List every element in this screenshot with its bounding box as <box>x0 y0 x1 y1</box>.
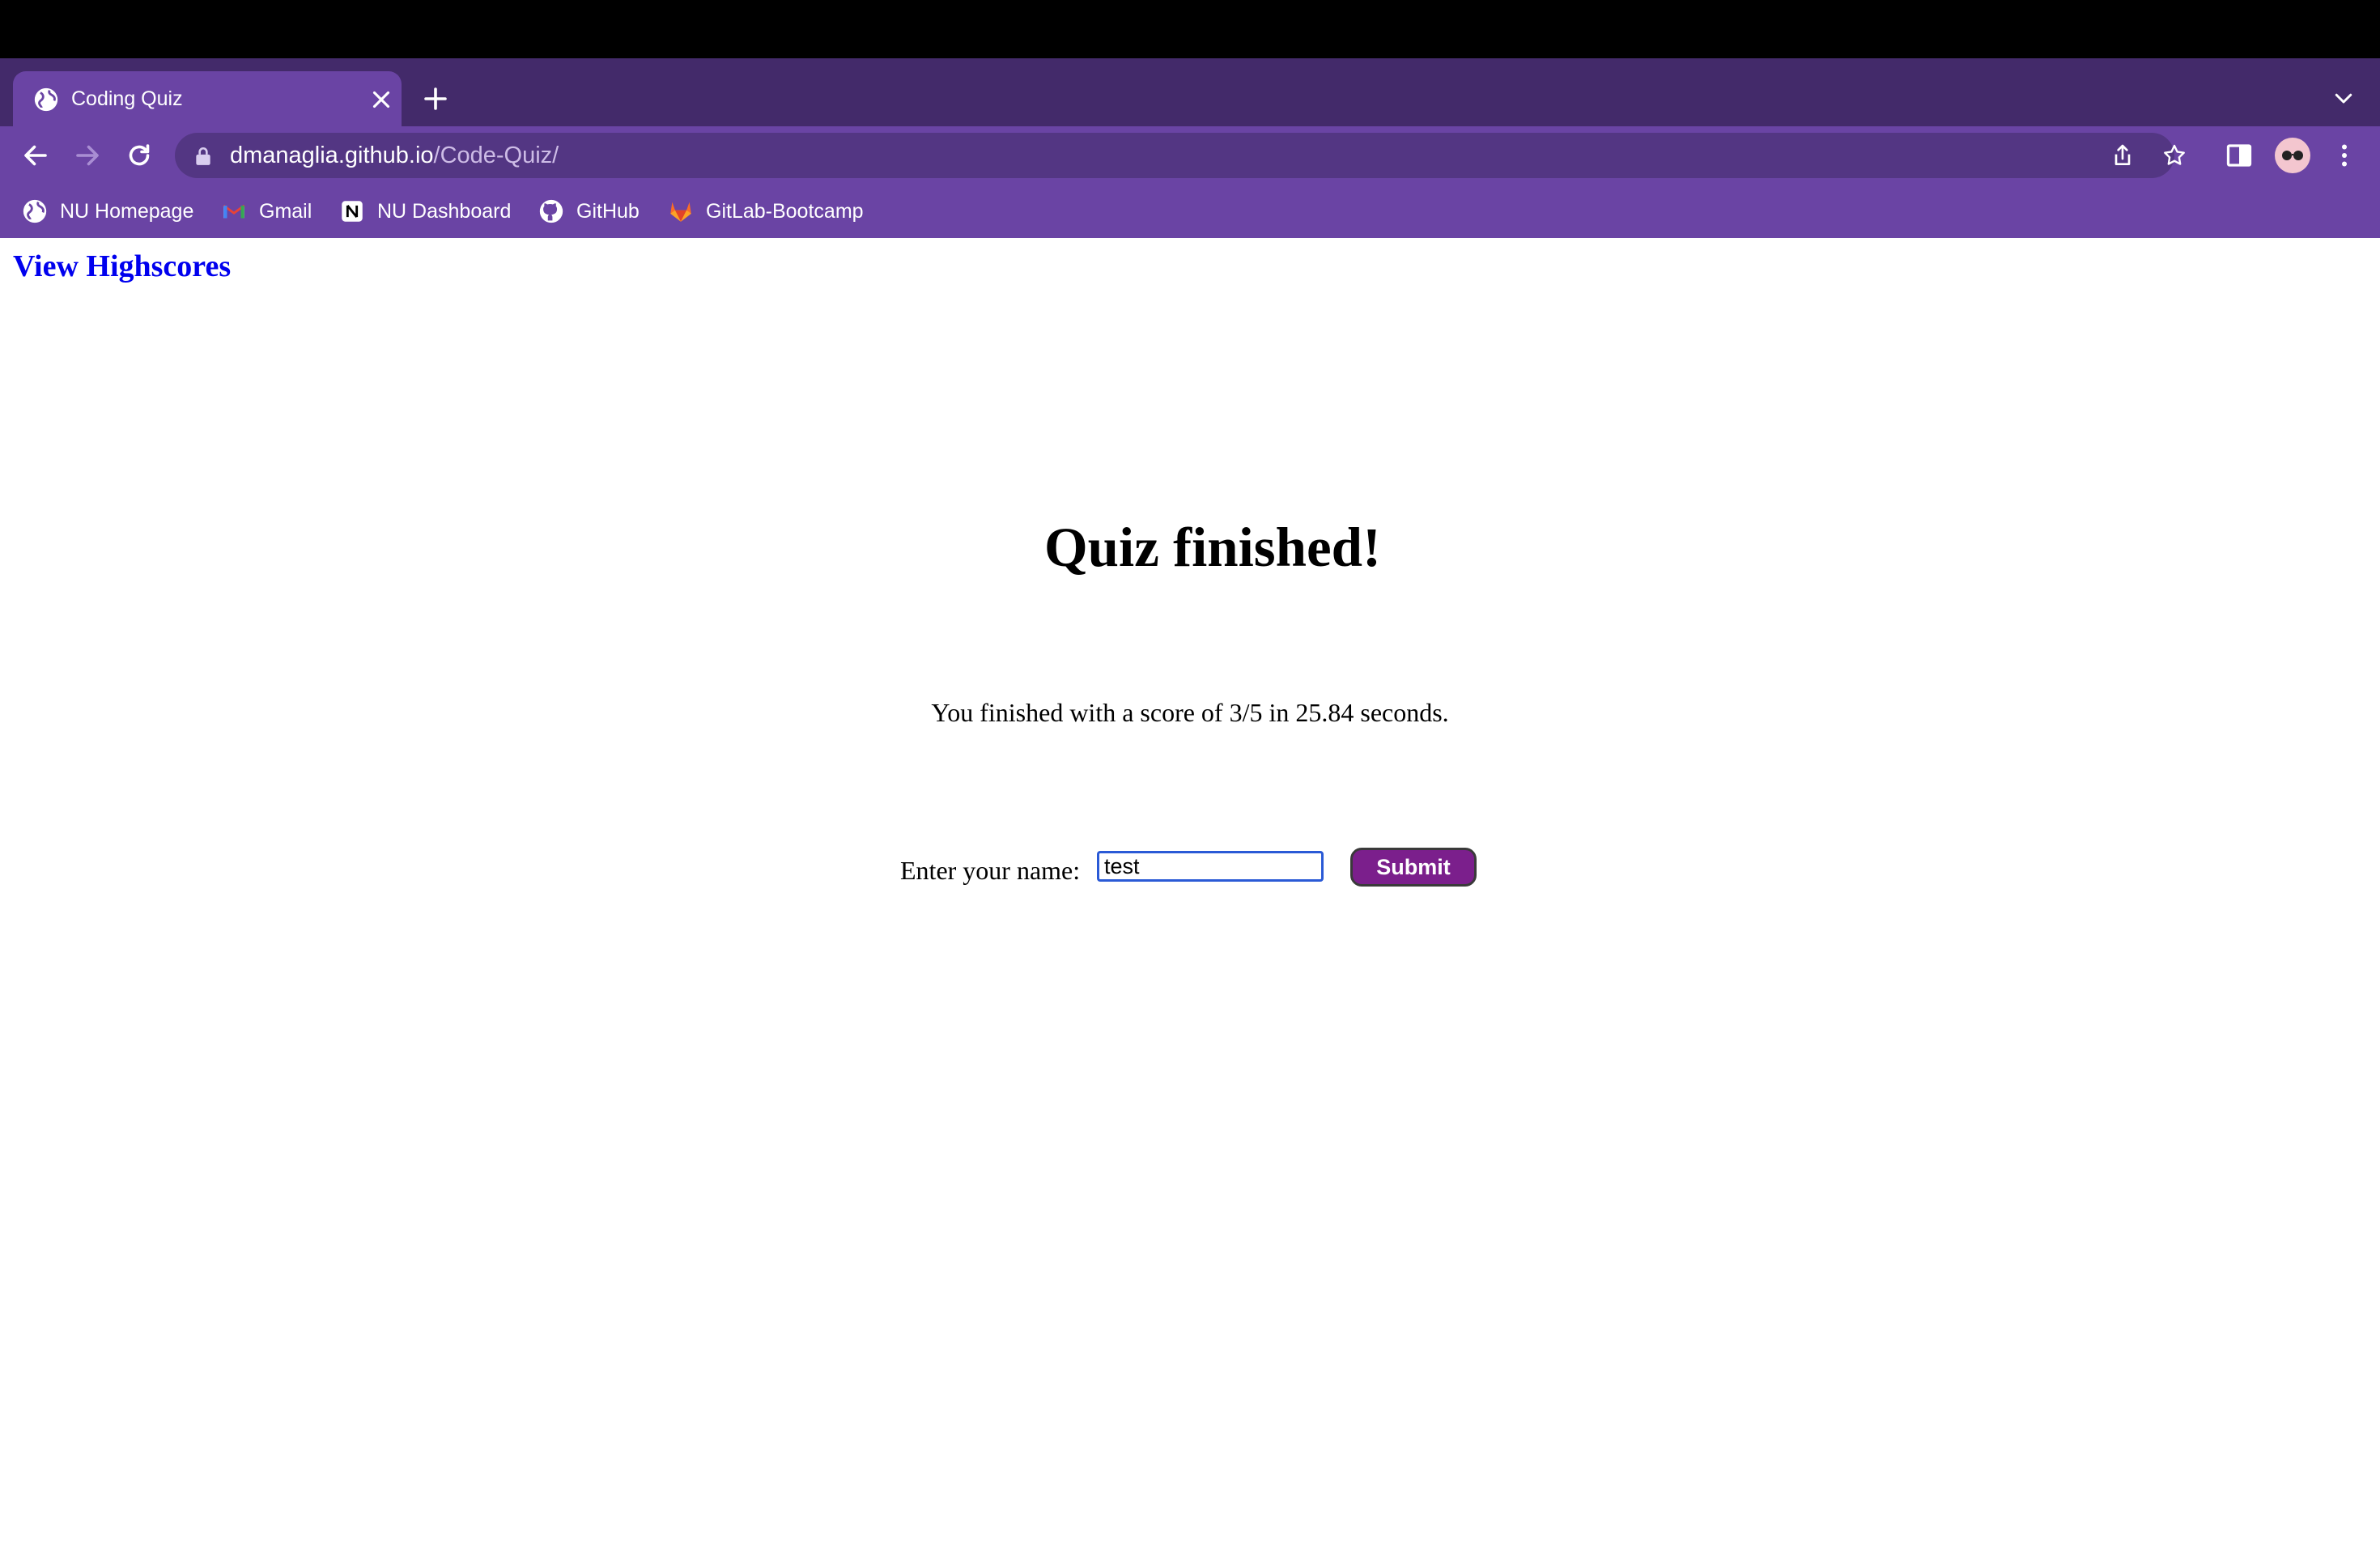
browser-tab[interactable]: Coding Quiz <box>13 71 402 126</box>
browser-toolbar: dmanaglia.github.io/Code-Quiz/ <box>0 126 2380 185</box>
url-host: dmanaglia.github.io <box>230 142 434 168</box>
page-content: View Highscores Quiz finished! You finis… <box>0 238 2380 1548</box>
name-input[interactable] <box>1097 851 1324 882</box>
url-path: /Code-Quiz/ <box>433 142 559 168</box>
bookmark-gmail[interactable]: Gmail <box>220 196 312 227</box>
back-arrow-icon[interactable] <box>21 141 50 170</box>
bookmarks-bar: NU Homepage Gmail NU Dashboard GitHub Gi… <box>0 185 2380 238</box>
share-icon[interactable] <box>2110 142 2136 168</box>
bookmark-label: Gmail <box>259 200 312 223</box>
glasses-avatar-icon <box>2282 151 2303 160</box>
side-panel-icon[interactable] <box>2225 141 2254 170</box>
bookmark-star-icon[interactable] <box>2161 142 2187 168</box>
score-text: You finished with a score of 3/5 in 25.8… <box>931 698 1449 727</box>
gmail-icon <box>223 204 245 219</box>
screen-top-bar <box>0 0 2380 58</box>
submit-button[interactable]: Submit <box>1350 848 1477 887</box>
bookmark-gitlab-bootcamp[interactable]: GitLab-Bootcamp <box>667 196 864 227</box>
name-label: Enter your name: <box>900 856 1081 885</box>
tab-strip: Coding Quiz <box>0 58 2380 126</box>
new-tab-icon[interactable] <box>421 84 450 113</box>
bookmark-nu-homepage[interactable]: NU Homepage <box>21 196 193 227</box>
globe-icon <box>34 87 58 112</box>
forward-arrow-icon[interactable] <box>73 141 102 170</box>
notion-icon <box>342 201 363 222</box>
gitlab-icon <box>670 202 691 222</box>
bookmark-label: NU Homepage <box>60 200 194 223</box>
view-highscores-link[interactable]: View Highscores <box>13 248 231 285</box>
bookmark-label: GitLab-Bootcamp <box>706 200 864 223</box>
bookmark-github[interactable]: GitHub <box>538 196 640 227</box>
reload-icon[interactable] <box>125 141 154 170</box>
profile-avatar[interactable] <box>2275 138 2310 173</box>
bookmark-nu-dashboard[interactable]: NU Dashboard <box>338 196 511 227</box>
tab-search-chevron-down-icon[interactable] <box>2331 86 2356 110</box>
page-title: Quiz finished! <box>1044 517 1381 578</box>
bookmark-label: NU Dashboard <box>377 200 512 223</box>
url-text[interactable]: dmanaglia.github.io/Code-Quiz/ <box>230 141 559 170</box>
bookmark-label: GitHub <box>576 200 640 223</box>
address-bar[interactable]: dmanaglia.github.io/Code-Quiz/ <box>175 133 2185 178</box>
close-tab-icon[interactable] <box>368 86 395 113</box>
tab-title: Coding Quiz <box>71 87 183 110</box>
menu-kebab-icon[interactable] <box>2330 141 2359 170</box>
lock-icon[interactable] <box>194 146 212 167</box>
globe-icon <box>23 199 47 223</box>
github-icon <box>539 199 563 223</box>
